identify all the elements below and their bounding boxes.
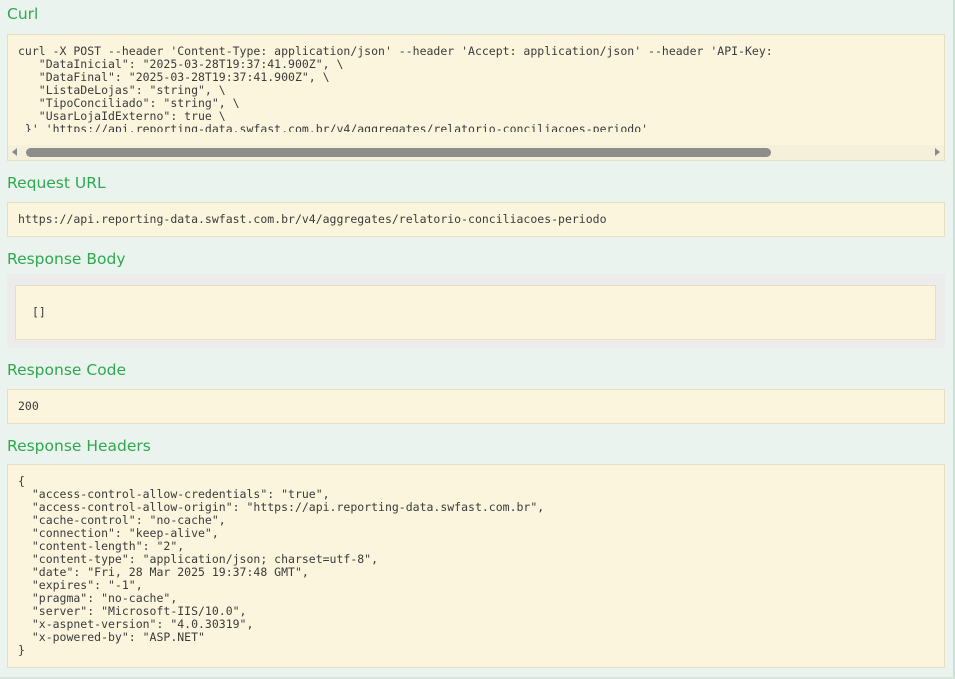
request-url-box: https://api.reporting-data.swfast.com.br… (7, 202, 945, 237)
response-headers-heading: Response Headers (7, 437, 151, 455)
response-code-text[interactable]: 200 (18, 400, 39, 413)
curl-command-text[interactable]: curl -X POST --header 'Content-Type: app… (18, 45, 934, 133)
horizontal-scrollbar[interactable] (8, 145, 944, 160)
response-body-container: [] (7, 274, 945, 348)
curl-command-box[interactable]: curl -X POST --header 'Content-Type: app… (7, 34, 945, 161)
request-url-heading: Request URL (7, 174, 106, 192)
response-headers-text[interactable]: { "access-control-allow-credentials": "t… (18, 475, 544, 657)
response-code-box: 200 (7, 389, 945, 424)
response-body-box: [] (15, 285, 936, 340)
scroll-left-arrow-icon[interactable] (12, 148, 17, 156)
response-headers-box: { "access-control-allow-credentials": "t… (7, 464, 945, 668)
scroll-right-arrow-icon[interactable] (935, 148, 940, 156)
curl-heading: Curl (7, 5, 39, 23)
curl-scroll-area[interactable]: curl -X POST --header 'Content-Type: app… (18, 38, 934, 133)
response-body-heading: Response Body (7, 250, 126, 268)
scrollbar-thumb[interactable] (26, 148, 771, 157)
response-body-text[interactable]: [] (32, 306, 46, 319)
response-code-heading: Response Code (7, 361, 127, 379)
request-url-text[interactable]: https://api.reporting-data.swfast.com.br… (18, 213, 607, 226)
